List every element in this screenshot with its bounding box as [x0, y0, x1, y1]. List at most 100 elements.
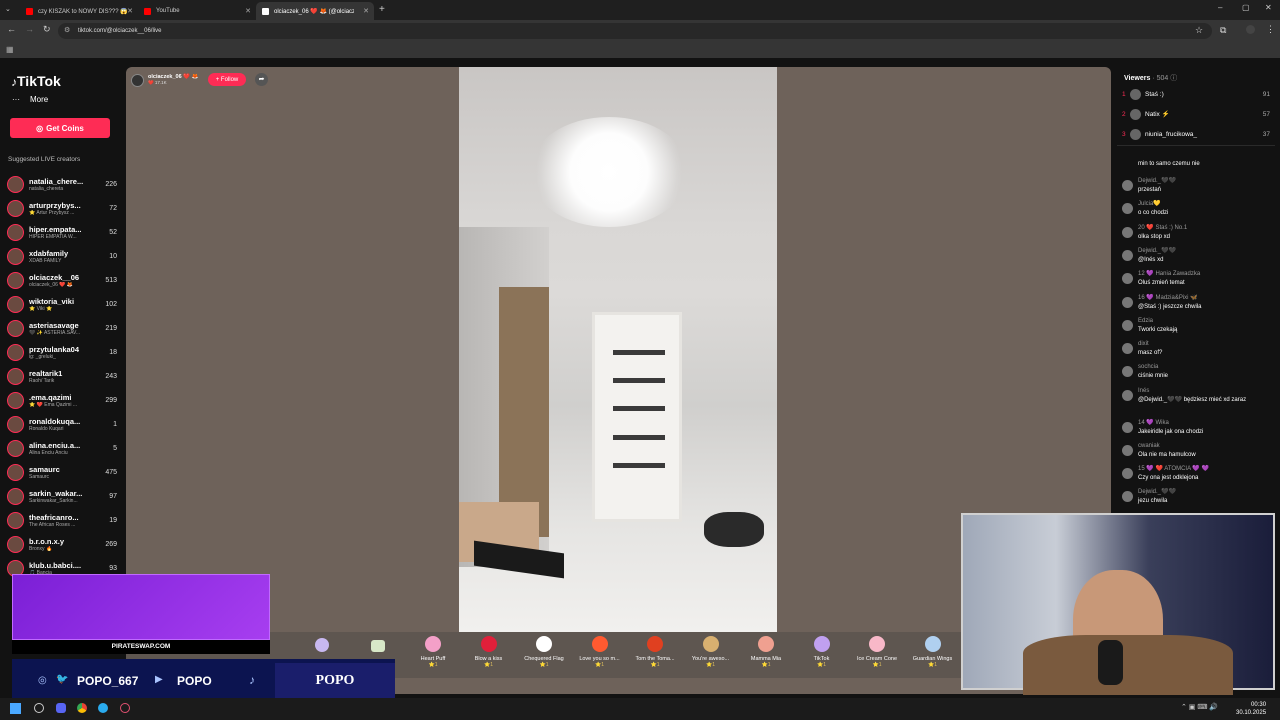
creator-item[interactable]: ronaldokuqa... Ronaldo Kuqari 1	[7, 413, 117, 435]
minimize-icon[interactable]: –	[1218, 3, 1222, 12]
gift-icon[interactable]	[371, 640, 385, 652]
chat-message[interactable]: sochcia ciśnie mnie	[1122, 363, 1272, 380]
app-icon[interactable]	[120, 703, 130, 713]
clock-time: 00:30	[1251, 702, 1267, 708]
gift-item[interactable]: Guardian Wings ⭐1	[905, 636, 961, 668]
gift-icon[interactable]	[315, 638, 329, 652]
get-coins-button[interactable]: ◎ Get Coins	[10, 118, 110, 138]
chat-message[interactable]: Dejwid._🖤🖤 jezu chwila	[1122, 488, 1272, 505]
chat-message[interactable]: cwaniak Ola nie ma hamulcow	[1122, 442, 1272, 459]
browser-menu-icon[interactable]: ⋮	[1266, 24, 1275, 35]
chat-username: 16 💜 Madzia&Pixi 🦋	[1138, 295, 1198, 301]
close-tab-icon[interactable]: ✕	[127, 7, 133, 15]
gift-item[interactable]: TikTok ⭐1	[794, 636, 850, 668]
new-tab-icon[interactable]: +	[379, 4, 385, 15]
start-icon[interactable]	[10, 703, 21, 714]
gift-item[interactable]: Blow a kiss ⭐1	[461, 636, 517, 668]
creator-item[interactable]: natalia_chere... natalia_chereta 226	[7, 173, 117, 195]
creator-item[interactable]: wiktoria_viki ⭐ Viki ⭐ 102	[7, 293, 117, 315]
creator-name: olciaczek__06	[29, 272, 80, 282]
chat-avatar	[1122, 227, 1133, 238]
chrome-icon[interactable]	[77, 703, 87, 713]
chat-message[interactable]: 20 ❤️ Staś :) No.1 olka stop xd	[1122, 224, 1272, 241]
telegram-icon[interactable]	[98, 703, 108, 713]
host-avatar[interactable]	[131, 73, 144, 87]
profile-avatar[interactable]	[1246, 25, 1255, 34]
creator-item[interactable]: olciaczek__06 olciaczek_06 ❤️ 🦊 513	[7, 269, 117, 291]
tab-3-active[interactable]: olciaczek_06 ❤️ 🦊 (@olciaczek_06) ✕	[256, 2, 374, 20]
forward-icon[interactable]: →	[25, 24, 34, 34]
top-viewer-row[interactable]: 3 niunia_frucikowa_ 37	[1122, 128, 1270, 140]
viewer-name: Staś :)	[1145, 90, 1164, 98]
tray-icons[interactable]: ⌃ ▣ ⌨ 🔊	[1181, 703, 1218, 711]
tab-search-icon[interactable]: ⌄	[5, 5, 11, 13]
pirateswap-banner: PIRATESWAP.COM	[12, 640, 270, 654]
gift-item[interactable]: Ice Cream Cone ⭐1	[849, 636, 905, 668]
chat-message[interactable]: 16 💜 Madzia&Pixi 🦋 @Staś :) jeszcze chwil…	[1122, 294, 1272, 311]
creator-item[interactable]: alina.enciu.a... Alina Enciu Anciu 5	[7, 437, 117, 459]
chat-message[interactable]: Inés @Dejwid._🖤🖤 będziesz mieć xd zaraz	[1122, 387, 1272, 404]
extensions-icon[interactable]: ⧉	[1220, 25, 1226, 36]
creator-item[interactable]: asteriasavage 🖤 ✨ ASTERIA.SAV... 219	[7, 317, 117, 339]
creator-item[interactable]: realtarik1 Raoh/ Tarik 243	[7, 365, 117, 387]
gift-item[interactable]: Tom the Toma... ⭐1	[627, 636, 683, 668]
tab-1[interactable]: czy KISZAK to NOWY DIS??? 😱 ✕	[20, 2, 138, 20]
chat-message[interactable]: 15 💜 ❤️ ATOMCIA 💜 💜 Czy ona jest odklejon…	[1122, 465, 1272, 482]
site-info-icon[interactable]: ⚙	[64, 26, 70, 34]
gift-item[interactable]: Heart Puff ⭐1	[405, 636, 461, 668]
gift-item[interactable]: Love you so m... ⭐1	[572, 636, 628, 668]
close-window-icon[interactable]: ✕	[1265, 3, 1272, 12]
chat-message[interactable]: min to samo czemu nie	[1122, 160, 1272, 169]
reload-icon[interactable]: ↻	[43, 24, 51, 35]
creator-subtitle: HIPER EMPATIA W...	[29, 233, 77, 240]
chat-message[interactable]: 14 💜 Wika Jakeiridle jak ona chodzi	[1122, 419, 1272, 436]
more-menu[interactable]: ··· More	[12, 95, 48, 104]
chat-message[interactable]: dixit masz of?	[1122, 340, 1272, 357]
gift-item[interactable]: Mamma Mia ⭐1	[738, 636, 794, 668]
creator-item[interactable]: xdabfamily XDAB FAMILY 10	[7, 245, 117, 267]
chat-message[interactable]: Dejwid._🖤🖤 @Inés xd	[1122, 247, 1272, 264]
apps-grid-icon[interactable]: ▦	[6, 45, 14, 54]
host-badge: olciaczek_06 ❤️ 🦊 ❤️ 17.1K	[131, 72, 271, 88]
chat-message[interactable]: Julcia💛 o co chodzi	[1122, 200, 1272, 217]
creator-subtitle: 🖤 ✨ ASTERIA.SAV...	[29, 329, 81, 336]
follow-button[interactable]: + Follow	[208, 73, 246, 86]
discord-icon[interactable]	[56, 703, 66, 713]
creator-item[interactable]: hiper.empata... HIPER EMPATIA W... 52	[7, 221, 117, 243]
creator-item[interactable]: .ema.qazimi ⭐ ❤️ Ema Qazimi ... 299	[7, 389, 117, 411]
chat-message[interactable]: Dejwid._🖤🖤 przestań	[1122, 177, 1272, 194]
back-icon[interactable]: ←	[7, 24, 16, 34]
creator-item[interactable]: b.r.o.n.x.y Bronxy 🔥 269	[7, 533, 117, 555]
top-viewer-row[interactable]: 1 Staś :) 91	[1122, 88, 1270, 100]
chat-message[interactable]: 12 💜 Hania Zawadzka Oluś zmień temat	[1122, 270, 1272, 287]
live-video[interactable]	[459, 67, 777, 632]
top-viewer-row[interactable]: 2 Natix ⚡ 57	[1122, 108, 1270, 120]
close-tab-icon[interactable]: ✕	[245, 7, 251, 15]
creator-subtitle: Alina Enciu Anciu	[29, 449, 68, 456]
gift-item[interactable]: Chequered Flag ⭐1	[516, 636, 572, 668]
viewers-header[interactable]: Viewers · 504 ⓘ	[1124, 73, 1177, 83]
creator-name: ronaldokuqa...	[29, 416, 81, 426]
gift-icon	[758, 636, 774, 652]
search-icon[interactable]	[34, 703, 44, 713]
bookmark-star-icon[interactable]: ☆	[1195, 25, 1203, 36]
instagram-icon: ◎	[38, 675, 47, 686]
maximize-icon[interactable]: ▢	[1242, 3, 1250, 12]
share-icon[interactable]: ➦	[255, 73, 268, 86]
tiktok-logo[interactable]: ♪TikTok	[11, 73, 61, 89]
chat-text: olka stop xd	[1138, 233, 1171, 240]
creator-item[interactable]: przytulanka04 ig: _greluki_ 18	[7, 341, 117, 363]
creator-item[interactable]: samaurc Samaurc 475	[7, 461, 117, 483]
chat-message[interactable]: Edzia Tworki czekają	[1122, 317, 1272, 334]
creator-item[interactable]: sarkin_wakar... Sarkinwakar_Sarkin... 97	[7, 485, 117, 507]
creator-item[interactable]: arturprzybys... ⭐ Artur Przybysz ... 72	[7, 197, 117, 219]
creator-name: realtarik1	[29, 368, 63, 378]
creator-name: klub.u.babci....	[29, 560, 82, 570]
info-icon[interactable]: ⓘ	[1170, 75, 1177, 82]
url-field[interactable]: ⚙ tiktok.com/@olciaczek__06/live	[58, 23, 1212, 39]
tab-2-label: YouTube	[156, 8, 180, 14]
creator-item[interactable]: theafricanro... The African Roses ... 19	[7, 509, 117, 531]
close-tab-icon[interactable]: ✕	[363, 7, 369, 15]
tab-2[interactable]: YouTube ✕	[138, 2, 256, 20]
gift-item[interactable]: You're aweso... ⭐1	[683, 636, 739, 668]
